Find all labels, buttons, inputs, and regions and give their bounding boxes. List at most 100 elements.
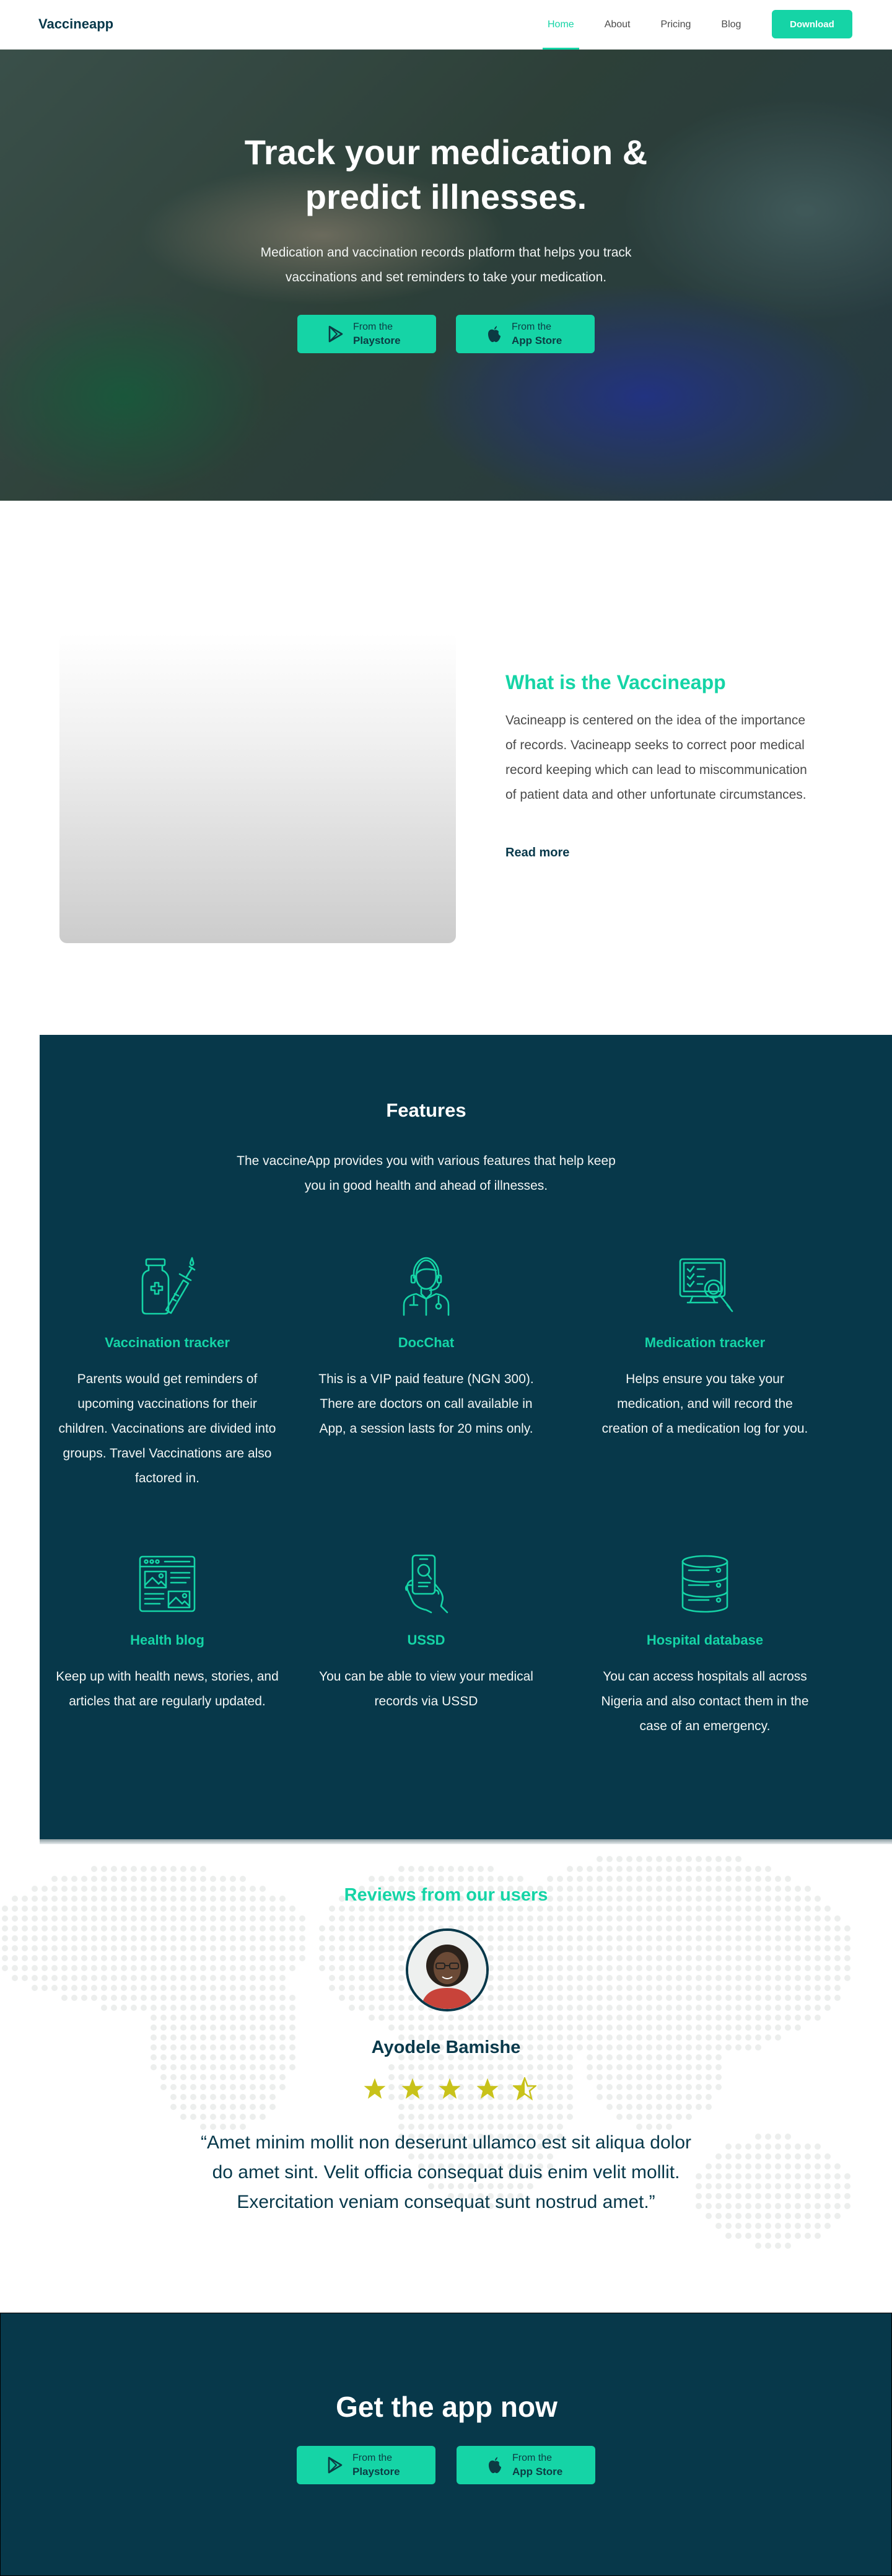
map-dot (606, 2104, 613, 2110)
map-dot (42, 1985, 48, 1991)
map-dot (606, 2005, 613, 2011)
map-dot (12, 1965, 18, 1971)
map-dot (824, 1965, 831, 1971)
map-dot (51, 1935, 58, 1941)
apple-icon (484, 324, 504, 344)
map-dot (547, 1906, 553, 1912)
map-dot (656, 2005, 662, 2011)
map-dot (706, 2193, 712, 2199)
map-dot (706, 1866, 712, 1872)
map-dot (240, 2024, 246, 2031)
map-dot (696, 1965, 702, 1971)
map-dot (2, 1925, 8, 1932)
map-dot (725, 2233, 732, 2239)
map-dot (646, 1915, 652, 1922)
map-dot (329, 1965, 335, 1971)
map-dot (200, 1995, 206, 2001)
map-dot (418, 2024, 424, 2031)
map-dot (606, 1876, 613, 1882)
map-dot (567, 2024, 573, 2031)
map-dot (735, 1856, 741, 1862)
map-dot (775, 2153, 781, 2160)
map-dot (805, 1975, 811, 1981)
map-dot (488, 2015, 494, 2021)
map-dot (745, 1945, 751, 1951)
map-dot (32, 1925, 38, 1932)
map-dot (398, 1945, 404, 1951)
map-dot (388, 1955, 395, 1961)
map-dot (696, 1995, 702, 2001)
map-dot (626, 2005, 632, 2011)
download-button[interactable]: Download (772, 10, 852, 38)
map-dot (121, 1955, 127, 1961)
map-dot (32, 1985, 38, 1991)
map-dot (606, 1925, 613, 1932)
map-dot (279, 2015, 286, 2021)
map-dot (706, 2024, 712, 2031)
map-dot (12, 1945, 18, 1951)
map-dot (131, 1975, 137, 1981)
map-dot (567, 2084, 573, 2090)
map-dot (616, 1975, 623, 1981)
map-dot (715, 2183, 722, 2189)
playstore-button[interactable]: From the Playstore (297, 315, 436, 353)
map-dot (131, 1925, 137, 1932)
map-dot (676, 2104, 682, 2110)
map-dot (388, 1995, 395, 2001)
cta-playstore-button[interactable]: From the Playstore (297, 2446, 435, 2484)
map-dot (369, 2015, 375, 2021)
brand-logo[interactable]: Vaccineapp (38, 16, 113, 32)
map-dot (61, 1906, 68, 1912)
map-dot (606, 2015, 613, 2021)
map-dot (151, 1955, 157, 1961)
cta-appstore-button[interactable]: From the App Store (457, 2446, 595, 2484)
map-dot (289, 1935, 295, 1941)
map-dot (824, 1985, 831, 1991)
map-dot (507, 1975, 514, 1981)
map-dot (636, 2064, 642, 2070)
read-more-link[interactable]: Read more (505, 846, 569, 860)
map-dot (61, 1935, 68, 1941)
map-dot (616, 2094, 623, 2100)
map-dot (190, 2005, 196, 2011)
map-dot (834, 1975, 841, 1981)
map-dot (735, 1945, 741, 1951)
map-dot (656, 1876, 662, 1882)
map-dot (616, 1965, 623, 1971)
map-dot (111, 1876, 117, 1882)
map-dot (240, 1965, 246, 1971)
map-dot (170, 1955, 177, 1961)
map-dot (468, 2005, 474, 2011)
map-dot (517, 1906, 523, 1912)
map-dot (111, 1975, 117, 1981)
nav-about-link[interactable]: About (605, 0, 631, 50)
nav-pricing-link[interactable]: Pricing (661, 0, 691, 50)
map-dot (735, 2153, 741, 2160)
map-dot (735, 1955, 741, 1961)
map-dot (805, 1925, 811, 1932)
map-dot (706, 2203, 712, 2209)
map-dot (42, 1955, 48, 1961)
nav-home-link[interactable]: Home (543, 0, 579, 50)
map-dot (527, 2005, 533, 2011)
map-dot (220, 2084, 226, 2090)
map-dot (636, 1876, 642, 1882)
appstore-button[interactable]: From the App Store (456, 315, 595, 353)
map-dot (388, 1975, 395, 1981)
map-dot (230, 1876, 236, 1882)
feature-text: You can be able to view your medical rec… (319, 1669, 533, 1708)
map-dot (745, 1985, 751, 1991)
map-dot (646, 1906, 652, 1912)
map-dot (61, 1985, 68, 1991)
map-dot (597, 1876, 603, 1882)
nav-blog-link[interactable]: Blog (721, 0, 741, 50)
map-dot (765, 1965, 771, 1971)
map-dot (210, 2024, 216, 2031)
map-dot (765, 2183, 771, 2189)
map-dot (279, 1925, 286, 1932)
map-dot (180, 1915, 186, 1922)
map-dot (696, 1906, 702, 1912)
map-dot (537, 2094, 543, 2100)
map-dot (250, 1915, 256, 1922)
map-dot (200, 1945, 206, 1951)
